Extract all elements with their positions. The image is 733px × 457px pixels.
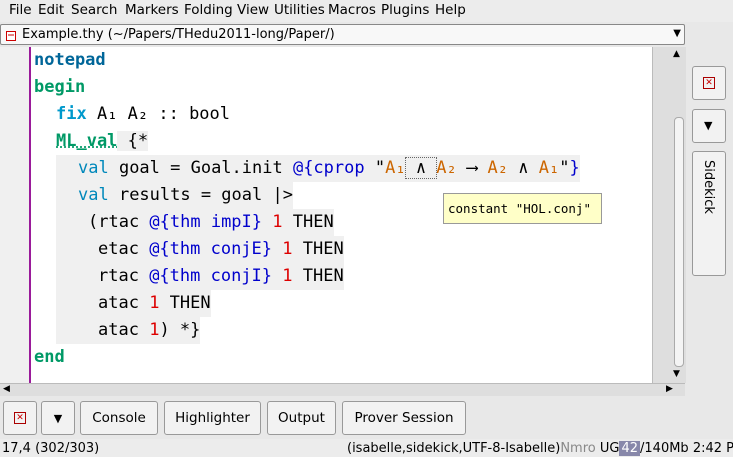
tab-console[interactable]: Console — [80, 401, 158, 435]
memory-total: /140Mb — [640, 441, 689, 456]
scroll-up-icon[interactable]: ▲ — [673, 49, 680, 59]
memory-used[interactable]: 42 — [619, 441, 641, 456]
status-right: (isabelle,sidekick,UTF-8-Isabelle)Nmro U… — [347, 441, 733, 456]
menu-macros[interactable]: Macros — [328, 2, 376, 18]
menu-edit[interactable]: Edit — [38, 2, 64, 18]
code-line: end — [34, 347, 65, 367]
tab-sidekick[interactable]: Sidekick — [692, 151, 726, 276]
code-line: (rtac @{thm impI} 1 THEN — [56, 209, 334, 236]
buffer-switcher[interactable]: Example.thy (~/Papers/THedu2011-long/Pap… — [0, 24, 685, 45]
code-line: val goal = Goal.init @{cprop "A₁ ∧ A₂ ⟶ … — [56, 155, 580, 182]
tab-highlighter[interactable]: Highlighter — [164, 401, 261, 435]
menu-view[interactable]: View — [237, 2, 269, 18]
code-line: atac 1) *} — [56, 317, 201, 344]
dock-menu-button[interactable]: ▼ — [41, 401, 75, 435]
close-dock-button[interactable]: ✕ — [3, 401, 37, 435]
horizontal-scrollbar[interactable]: ◀ ▶ — [0, 383, 685, 396]
menu-bar: File Edit Search Markers Folding View Ut… — [0, 0, 733, 22]
scroll-thumb[interactable] — [674, 117, 684, 367]
menu-file[interactable]: File — [9, 2, 32, 18]
menu-markers[interactable]: Markers — [125, 2, 179, 18]
vertical-scrollbar[interactable]: ▲ ▼ — [652, 47, 686, 383]
menu-utilities[interactable]: Utilities — [274, 2, 325, 18]
code-line: etac @{thm conjE} 1 THEN — [56, 236, 344, 263]
code-line: val results = goal |> — [56, 182, 293, 209]
code-line: fix A₁ A₂ :: bool — [56, 104, 231, 124]
close-icon: ✕ — [703, 77, 715, 89]
menu-search[interactable]: Search — [71, 2, 117, 18]
code-line: notepad — [34, 50, 106, 70]
dock-menu-button[interactable]: ▼ — [692, 109, 726, 143]
menu-help[interactable]: Help — [435, 2, 466, 18]
tab-output[interactable]: Output — [267, 401, 336, 435]
code-line: ML_val {* — [56, 131, 149, 151]
menu-plugins[interactable]: Plugins — [381, 2, 429, 18]
caret-position: 17,4 (302/303) — [2, 441, 100, 456]
chevron-down-icon[interactable]: ▼ — [673, 28, 681, 39]
scroll-down-icon[interactable]: ▼ — [673, 369, 680, 379]
menu-folding[interactable]: Folding — [184, 2, 233, 18]
buffer-mode[interactable]: (isabelle,sidekick,UTF-8-Isabelle) — [347, 441, 560, 456]
scroll-right-icon[interactable]: ▶ — [666, 384, 673, 394]
clock: 2:42 PM — [692, 441, 733, 456]
code-line: begin — [34, 77, 86, 97]
gutter — [0, 47, 30, 383]
scroll-left-icon[interactable]: ◀ — [3, 384, 10, 394]
encoding-flags[interactable]: UG — [600, 441, 620, 456]
right-dock: ✕ ▼ Sidekick — [689, 62, 733, 392]
code-line: atac 1 THEN — [56, 290, 211, 317]
buffer-flags[interactable]: Nmro — [560, 441, 595, 456]
tab-prover-session[interactable]: Prover Session — [342, 401, 466, 435]
code-line: rtac @{thm conjI} 1 THEN — [56, 263, 344, 290]
chevron-down-icon: ▼ — [53, 412, 63, 425]
hover-tooltip: constant "HOL.conj" — [443, 193, 602, 224]
chevron-down-icon: ▼ — [704, 119, 713, 132]
buffer-title: Example.thy (~/Papers/THedu2011-long/Pap… — [22, 27, 335, 42]
close-icon: ✕ — [14, 412, 26, 424]
close-dock-button[interactable]: ✕ — [692, 66, 726, 100]
file-icon — [6, 30, 16, 41]
status-bar: 17,4 (302/303) (isabelle,sidekick,UTF-8-… — [0, 439, 733, 457]
bottom-dock: ✕ ▼ Console Highlighter Output Prover Se… — [0, 398, 733, 438]
